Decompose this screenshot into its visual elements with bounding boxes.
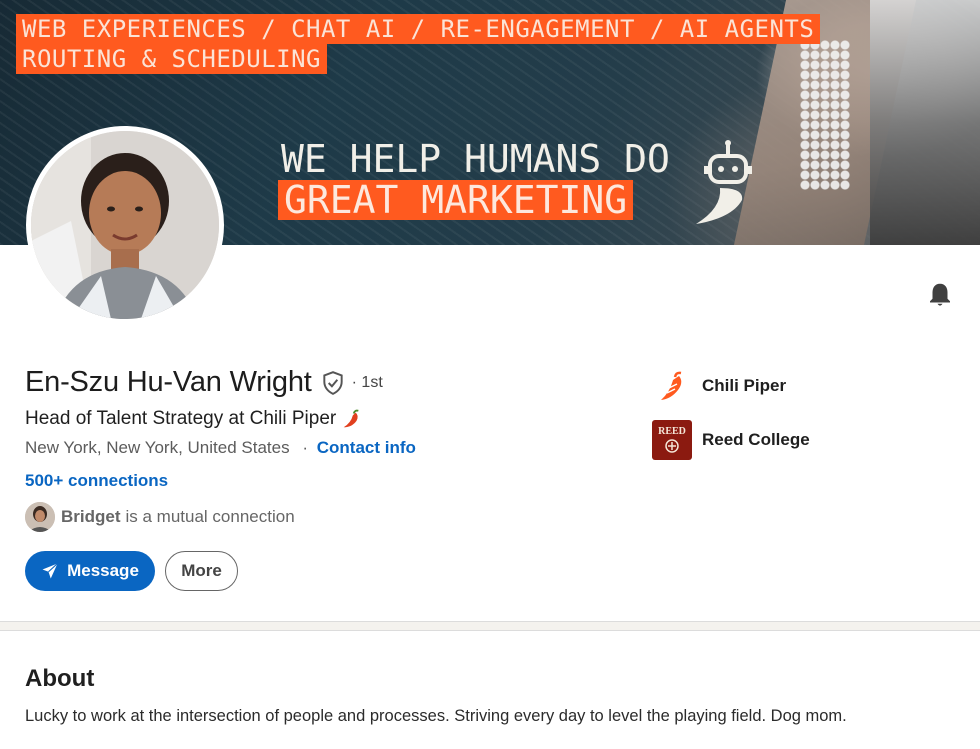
profile-photo-illustration — [31, 131, 219, 319]
send-icon — [42, 563, 58, 579]
verified-shield-icon[interactable] — [320, 370, 346, 396]
banner-tag-line-1: WEB EXPERIENCES / CHAT AI / RE-ENGAGEMEN… — [16, 14, 821, 44]
profile-headline: Head of Talent Strategy at Chili Piper — [25, 408, 337, 429]
reed-logo-text: REED — [658, 425, 686, 437]
banner-umbrellas — [800, 40, 850, 190]
profile-headline-row: Head of Talent Strategy at Chili Piper — [25, 408, 362, 430]
education-school[interactable]: REED Reed College — [652, 420, 810, 460]
mutual-avatar — [25, 502, 55, 532]
connection-degree: · 1st — [351, 373, 383, 391]
bell-icon[interactable] — [925, 280, 955, 310]
connections-link[interactable]: 500+ connections — [25, 471, 168, 491]
current-company[interactable]: Chili Piper — [652, 366, 786, 406]
reed-college-logo-icon: REED — [652, 420, 692, 460]
banner-rocks — [870, 0, 980, 245]
mutual-connection-row[interactable]: Bridget is a mutual connection — [25, 502, 295, 532]
profile-name: En-Szu Hu-Van Wright — [25, 366, 312, 398]
mutual-name: Bridget — [61, 507, 121, 526]
contact-info-link[interactable]: Contact info — [317, 438, 416, 457]
profile-location: New York, New York, United States — [25, 438, 290, 457]
location-row: New York, New York, United States · Cont… — [25, 438, 416, 458]
name-row: En-Szu Hu-Van Wright · 1st — [25, 366, 383, 399]
profile-card: WEB EXPERIENCES / CHAT AI / RE-ENGAGEMEN… — [0, 0, 980, 622]
message-button-label: Message — [67, 561, 139, 580]
message-button[interactable]: Message — [25, 551, 155, 591]
pepper-emoji-icon — [343, 409, 359, 428]
profile-photo[interactable] — [26, 126, 224, 324]
location-separator: · — [302, 438, 308, 457]
more-button[interactable]: More — [165, 551, 238, 591]
banner-highlight: GREAT MARKETING — [278, 180, 634, 220]
more-button-label: More — [181, 561, 222, 580]
robot-mascot-icon — [696, 140, 752, 224]
chili-piper-logo-icon — [652, 366, 692, 406]
about-title: About — [25, 665, 95, 692]
company-name: Chili Piper — [702, 376, 787, 395]
school-name: Reed College — [702, 430, 810, 449]
mutual-text: is a mutual connection — [125, 507, 295, 526]
about-text: Lucky to work at the intersection of peo… — [25, 707, 847, 725]
about-section: About Lucky to work at the intersection … — [0, 630, 980, 749]
banner-tag-line-2: ROUTING & SCHEDULING — [16, 44, 327, 74]
banner-headline: WE HELP HUMANS DO — [281, 137, 670, 181]
